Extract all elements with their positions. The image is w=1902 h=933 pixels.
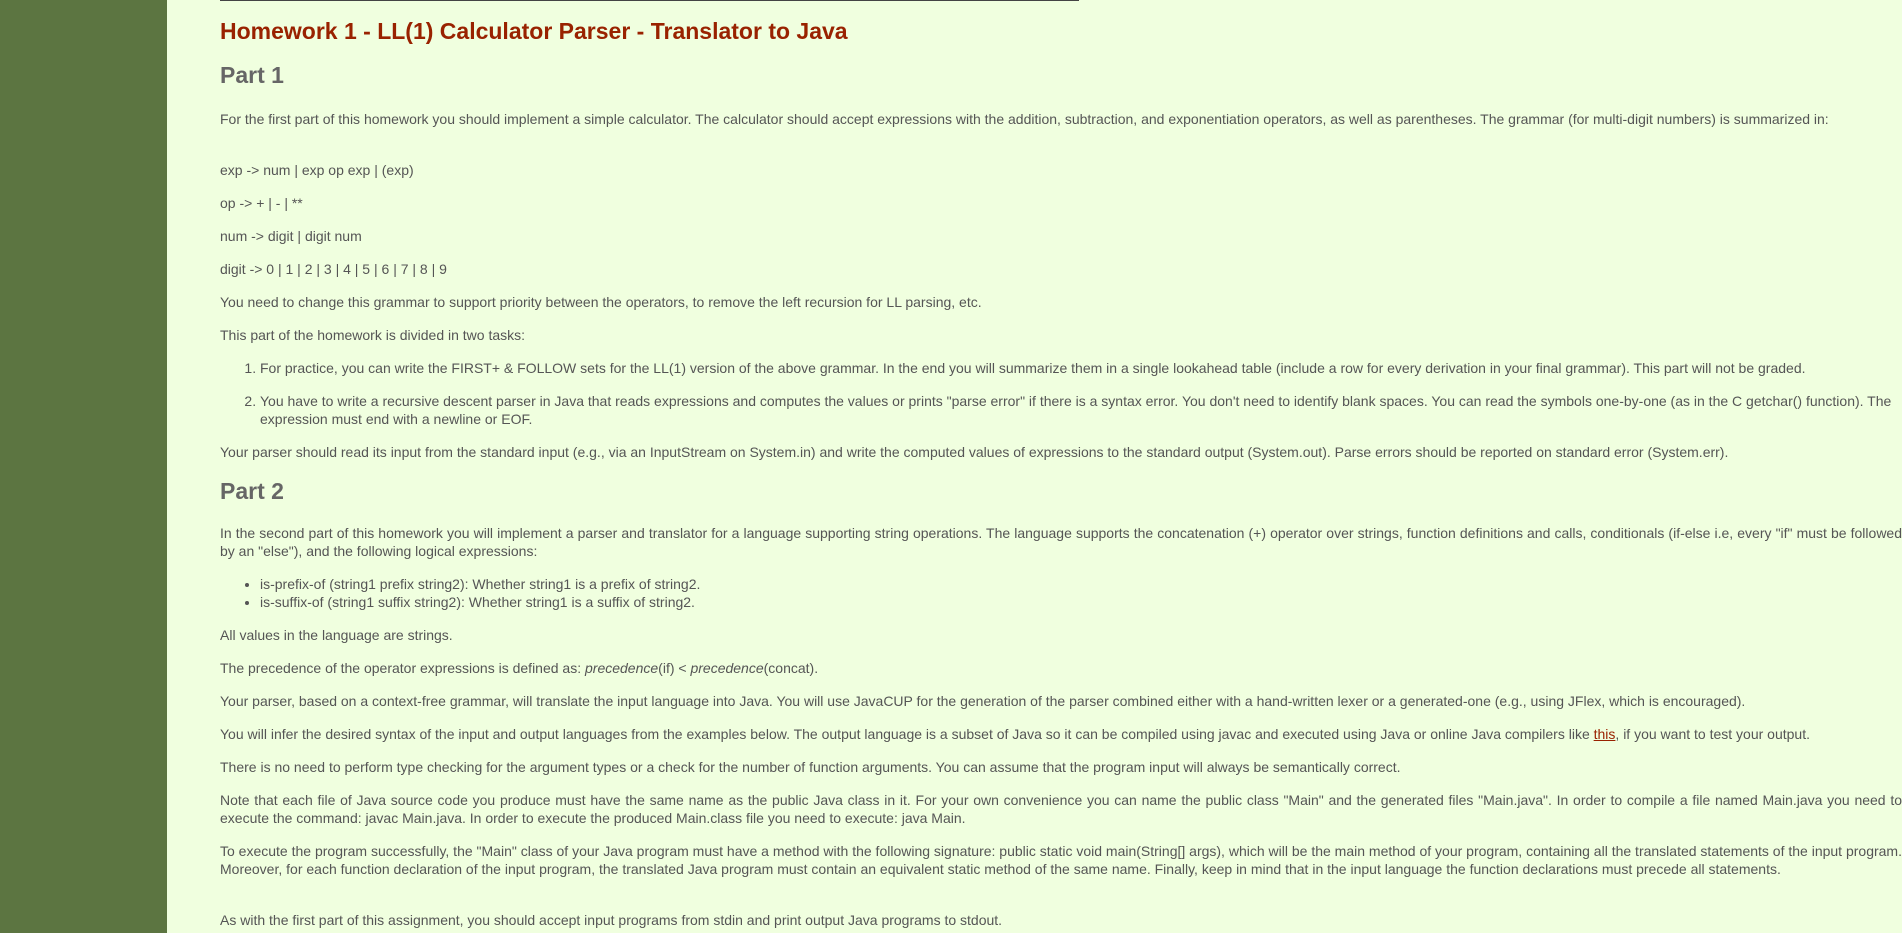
precedence-note: The precedence of the operator expressio… <box>220 659 1902 677</box>
precedence-text: The precedence of the operator expressio… <box>220 660 585 676</box>
this-link[interactable]: this <box>1594 726 1616 742</box>
page-title: Homework 1 - LL(1) Calculator Parser - T… <box>220 18 848 44</box>
parser-note: Your parser, based on a context-free gra… <box>220 693 1746 709</box>
tasks-list: For practice, you can write the FIRST+ &… <box>220 359 1902 428</box>
part1-heading: Part 1 <box>220 62 284 88</box>
precedence-text: (concat). <box>763 660 819 676</box>
list-item: is-prefix-of (string1 prefix string2): W… <box>260 575 1902 593</box>
io-note: Your parser should read its input from t… <box>220 444 1729 460</box>
precedence-text: (if) < <box>658 660 691 676</box>
list-item: For practice, you can write the FIRST+ &… <box>260 359 1902 377</box>
list-item: is-suffix-of (string1 suffix string2): W… <box>260 593 1902 611</box>
file-name-note: Note that each file of Java source code … <box>220 792 1902 826</box>
stdin-note: As with the first part of this assignmen… <box>220 912 1003 928</box>
infer-text: , if you want to test your output. <box>1615 726 1810 742</box>
type-check-note: There is no need to perform type checkin… <box>220 759 1401 775</box>
top-rule <box>220 0 1079 1</box>
part1-intro: For the first part of this homework you … <box>220 111 1829 127</box>
precedence-term: precedence <box>585 660 659 676</box>
all-strings-note: All values in the language are strings. <box>220 627 453 643</box>
part2-intro: In the second part of this homework you … <box>220 525 1902 559</box>
tasks-intro: This part of the homework is divided in … <box>220 327 526 343</box>
infer-text: You will infer the desired syntax of the… <box>220 726 1594 742</box>
grammar-rule-digit: digit -> 0 | 1 | 2 | 3 | 4 | 5 | 6 | 7 |… <box>220 261 447 277</box>
grammar-rule-num: num -> digit | digit num <box>220 228 362 244</box>
grammar-change-note: You need to change this grammar to suppo… <box>220 294 982 310</box>
precedence-term: precedence <box>690 660 764 676</box>
main-method-note: To execute the program successfully, the… <box>220 843 1902 877</box>
part2-heading: Part 2 <box>220 478 284 504</box>
grammar-rule-op: op -> + | - | ** <box>220 195 303 211</box>
list-item: You have to write a recursive descent pa… <box>260 392 1902 428</box>
infer-note: You will infer the desired syntax of the… <box>220 725 1902 743</box>
logical-expressions-list: is-prefix-of (string1 prefix string2): W… <box>220 575 1902 611</box>
sidebar <box>0 0 167 933</box>
grammar-rule-exp: exp -> num | exp op exp | (exp) <box>220 162 414 178</box>
